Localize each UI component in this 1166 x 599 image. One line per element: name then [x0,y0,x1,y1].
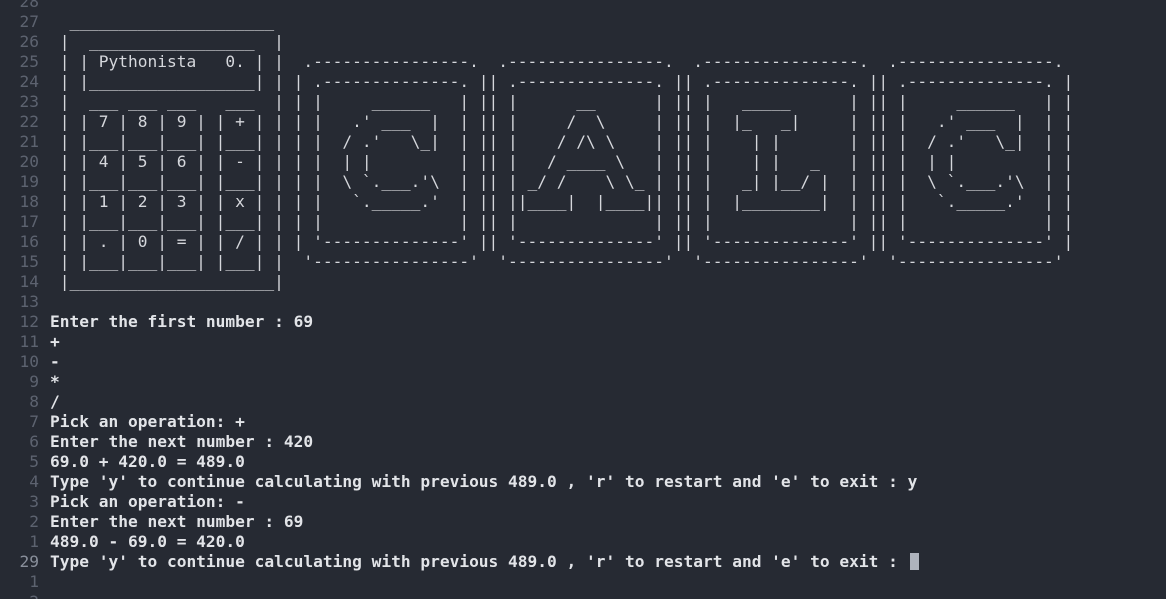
terminal-line: 12 Enter the first number : 69 [0,312,314,332]
terminal-line: 20 | | 4 | 5 | 6 | | - | | | | | | | || … [0,152,1074,172]
line-number: 20 [19,152,40,171]
line-number: 2 [0,592,50,599]
line-text: Enter the first number : 69 [50,312,314,331]
terminal-line: 22 | | 7 | 8 | 9 | | + | | | | .' ___ | … [0,112,1074,132]
line-text: | |___|___|___| |___| | | | \ `.___.'\ |… [50,172,1074,191]
line-text: | | 4 | 5 | 6 | | - | | | | | | | || | /… [50,152,1074,171]
text-cursor[interactable] [909,553,919,570]
line-number: 29 [19,552,40,571]
line-number: 7 [29,412,39,431]
line-number: 17 [19,212,40,231]
line-number: 5 [29,452,39,471]
line-text: Enter the next number : 69 [50,512,304,531]
terminal-line: 16 | | . | 0 | = | | / | | | '----------… [0,232,1074,252]
terminal-editor[interactable]: 28 27 _____________________ 26 | _________… [0,0,1166,599]
line-text: |_____________________| [50,272,284,291]
terminal-line: 2 [0,592,50,599]
terminal-line: 29 Type 'y' to continue calculating with … [0,552,919,572]
terminal-line: 17 | |___|___|___| |___| | | | | || | | … [0,212,1074,232]
terminal-line: 19 | |___|___|___| |___| | | | \ `.___.'… [0,172,1074,192]
terminal-line: 15 | |___|___|___| |___| | '------------… [0,252,1064,272]
line-number: 16 [19,232,40,251]
line-number: 2 [29,512,39,531]
line-number: 18 [19,192,40,211]
terminal-line: 1 489.0 - 69.0 = 420.0 [0,532,245,552]
line-text: Pick an operation: + [50,412,245,431]
line-text: _____________________ [50,12,275,31]
terminal-line: 2 Enter the next number : 69 [0,512,303,532]
line-text: | ___ ___ ___ ___ | | | ______ | || | __… [50,92,1074,111]
line-number: 9 [29,372,39,391]
line-number: 23 [19,92,40,111]
line-text: | | . | 0 | = | | / | | | '-------------… [50,232,1074,251]
terminal-line: 27 _____________________ [0,12,275,32]
line-number: 27 [19,12,40,31]
line-number: 21 [19,132,40,151]
terminal-line: 24 | |_________________| | | .----------… [0,72,1074,92]
line-number: 14 [19,272,40,291]
line-number: 15 [19,252,40,271]
terminal-line: 4 Type 'y' to continue calculating with p… [0,472,917,492]
line-number: 28 [19,0,40,11]
line-text: / [50,392,60,411]
line-text: Enter the next number : 420 [50,432,314,451]
line-number: 6 [29,432,39,451]
line-number: 4 [29,472,39,491]
terminal-line: 25 | | Pythonista 0. | | .--------------… [0,52,1064,72]
line-text: Type 'y' to continue calculating with pr… [50,472,918,491]
terminal-line: 26 | _________________ | [0,32,284,52]
line-text: - [50,352,60,371]
terminal-line: 10- [0,352,60,372]
terminal-line: 5 69.0 + 420.0 = 489.0 [0,452,245,472]
terminal-line: 18 | | 1 | 2 | 3 | | x | | | | `._____.'… [0,192,1074,212]
line-number: 12 [19,312,40,331]
line-text: | |___|___|___| |___| | | | / .' \_| | |… [50,132,1074,151]
terminal-line: 28 [0,0,50,12]
line-text: + [50,332,60,351]
line-number: 19 [19,172,40,191]
line-text: * [50,372,60,391]
line-text: | |___|___|___| |___| | '---------------… [50,252,1064,271]
line-text: Type 'y' to continue calculating with pr… [50,552,908,571]
line-text: Pick an operation: - [50,492,245,511]
line-number: 11 [19,332,40,351]
line-number: 25 [19,52,40,71]
terminal-line: 6 Enter the next number : 420 [0,432,313,452]
terminal-line: 3 Pick an operation: - [0,492,245,512]
line-text: 69.0 + 420.0 = 489.0 [50,452,245,471]
line-text: | | Pythonista 0. | | .----------------.… [50,52,1064,71]
line-text: | | 1 | 2 | 3 | | x | | | | `._____.' | … [50,192,1074,211]
line-number: 1 [29,572,39,591]
terminal-line: 1 [0,572,50,592]
terminal-line: 14 |_____________________| [0,272,284,292]
terminal-line: 21 | |___|___|___| |___| | | | / .' \_| … [0,132,1074,152]
line-number: 3 [29,492,39,511]
line-text: 489.0 - 69.0 = 420.0 [50,532,245,551]
line-number: 8 [29,392,39,411]
terminal-line: 7 Pick an operation: + [0,412,245,432]
terminal-line: 23 | ___ ___ ___ ___ | | | ______ | || |… [0,92,1074,112]
terminal-line: 9 * [0,372,60,392]
terminal-line: 11 + [0,332,60,352]
terminal-line: 13 [0,292,50,312]
line-text: | | 7 | 8 | 9 | | + | | | | .' ___ | | |… [50,112,1074,131]
line-text: | _________________ | [50,32,284,51]
line-number: 10 [19,352,40,371]
line-text: | |_________________| | | .-------------… [50,72,1074,91]
line-number: 24 [19,72,40,91]
line-number: 26 [19,32,40,51]
line-number: 13 [19,292,40,311]
line-text: | |___|___|___| |___| | | | | || | | || … [50,212,1074,231]
terminal-line: 8/ [0,392,60,412]
line-number: 1 [29,532,39,551]
line-number: 22 [19,112,40,131]
